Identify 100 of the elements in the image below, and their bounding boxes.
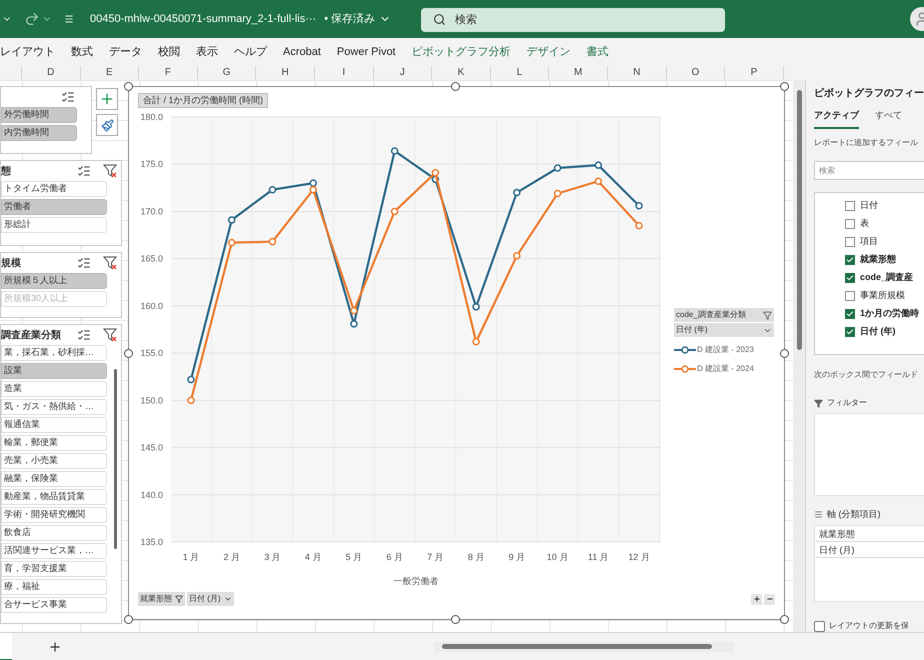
data-point <box>390 208 398 216</box>
legend-field-button[interactable]: code_調査産業分類 <box>674 308 774 322</box>
paintbrush-icon <box>100 118 114 132</box>
legend-field-button[interactable]: 日付 (年) <box>674 323 774 337</box>
vertical-scrollbar[interactable] <box>793 80 805 632</box>
collapse-button[interactable] <box>764 594 775 604</box>
slicer-item[interactable]: 育，学習支援業 <box>1 561 107 577</box>
value-field-button[interactable]: 合計 / 1か月の労働時間 (時間) <box>138 93 268 108</box>
field-checkbox[interactable] <box>845 272 855 283</box>
clear-filter-icon[interactable] <box>103 256 117 270</box>
slicer-item[interactable]: 労働者 <box>1 199 107 215</box>
data-point <box>350 306 358 314</box>
field-checkbox[interactable] <box>845 254 855 265</box>
instruction-text: 次のボックス間でフィールド <box>814 369 919 382</box>
slicer-item[interactable]: 療，福祉 <box>1 579 107 595</box>
slicer-item[interactable]: 外労働時間 <box>1 107 77 123</box>
field-search-field[interactable]: 検索 <box>814 160 924 180</box>
field-checkbox[interactable] <box>845 290 855 301</box>
resize-handle[interactable] <box>124 615 133 624</box>
slicer-item[interactable]: 輸業，郵便業 <box>1 435 107 451</box>
customize-toolbar-icon[interactable] <box>64 14 74 24</box>
slicer-item[interactable]: 設業 <box>1 363 107 379</box>
axis-field-button[interactable]: 日付 (月) <box>187 592 234 606</box>
slicer-item[interactable]: 合サービス事業 <box>1 597 107 613</box>
multi-select-icon[interactable] <box>77 164 91 178</box>
instruction-text: レポートに追加するフィール <box>814 136 919 148</box>
clear-filter-icon[interactable] <box>103 164 117 178</box>
defer-update-checkbox[interactable] <box>814 620 825 632</box>
ribbon-tab[interactable]: レイアウト <box>0 44 55 60</box>
defer-update-label: レイアウトの更新を保 <box>829 620 909 632</box>
horizontal-scrollbar[interactable] <box>434 642 734 652</box>
slicer-item[interactable]: 形総計 <box>1 217 107 233</box>
ribbon-tab[interactable]: 校閲 <box>158 44 180 60</box>
axis-field-button[interactable]: 就業形態 <box>138 592 185 606</box>
field-label: 就業形態 <box>860 252 896 266</box>
slicer-item[interactable]: 所規模５人以上 <box>1 273 107 289</box>
ribbon-tab[interactable]: 表示 <box>196 44 218 60</box>
pane-tab[interactable]: すべて <box>875 109 902 128</box>
ribbon-tab[interactable]: Power Pivot <box>336 44 396 60</box>
chart-elements-button[interactable] <box>96 88 118 110</box>
multi-select-icon[interactable] <box>77 256 91 270</box>
ribbon-tab[interactable]: 数式 <box>71 44 93 60</box>
ribbon-tab[interactable]: 書式 <box>586 44 609 60</box>
resize-handle[interactable] <box>780 349 789 358</box>
search-field[interactable]: 検索 <box>421 8 726 32</box>
x-axis-label: 3 月 <box>264 552 281 562</box>
axis-drop-area[interactable]: 就業形態 日付 (月) <box>814 525 924 602</box>
pane-title: ピボットグラフのフィー <box>814 86 924 101</box>
resize-handle[interactable] <box>780 82 789 91</box>
expand-button[interactable] <box>751 594 762 604</box>
data-point <box>472 303 480 311</box>
field-checkbox[interactable] <box>845 236 855 247</box>
field-checkbox[interactable] <box>845 326 855 337</box>
x-axis-label: 8 月 <box>468 552 484 562</box>
slicer-item[interactable]: 造業 <box>1 381 107 397</box>
ribbon-tab[interactable]: デザイン <box>526 44 571 60</box>
field-label: 表 <box>860 216 869 230</box>
resize-handle[interactable] <box>451 82 460 91</box>
slicer-item[interactable]: 活関連サービス業，… <box>1 543 107 559</box>
resize-handle[interactable] <box>124 349 133 358</box>
slicer-item[interactable]: 業，採石業，砂利採… <box>1 345 107 361</box>
plus-icon <box>99 91 115 107</box>
check-icon <box>846 328 854 336</box>
x-axis-label: 10 月 <box>546 552 568 562</box>
ribbon-tab[interactable]: データ <box>109 44 142 60</box>
slicer-item[interactable]: 内労働時間 <box>1 125 77 141</box>
axis-area-item[interactable]: 日付 (月) <box>815 542 924 558</box>
redo-icon[interactable] <box>24 11 40 27</box>
pane-tab[interactable]: アクティブ <box>814 109 859 128</box>
slicer-item[interactable]: 報通信業 <box>1 417 107 433</box>
slicer-item[interactable]: トタイム労働者 <box>1 181 107 197</box>
save-status[interactable]: • 保存済み <box>324 10 392 28</box>
slicer-item[interactable]: 融業，保険業 <box>1 471 107 487</box>
scrollbar[interactable] <box>114 369 117 549</box>
resize-handle[interactable] <box>780 615 789 624</box>
multi-select-icon[interactable] <box>61 90 75 104</box>
y-axis-label: 165.0 <box>140 254 163 264</box>
ribbon-tab[interactable]: ピボットグラフ分析 <box>412 44 511 60</box>
ribbon-tab[interactable]: ヘルプ <box>234 44 267 60</box>
slicer-item[interactable]: 飲食店 <box>1 525 107 541</box>
data-point <box>554 190 562 198</box>
chart-styles-button[interactable] <box>96 114 118 136</box>
slicer-title: 態 <box>1 164 12 178</box>
ribbon-tab[interactable]: Acrobat <box>283 44 321 60</box>
slicer-item[interactable]: 動産業，物品賃貸業 <box>1 489 107 505</box>
field-checkbox[interactable] <box>845 200 855 211</box>
resize-handle[interactable] <box>124 82 133 91</box>
file-name: 00450-mhlw-00450071-summary_2-1-full-lis··· <box>90 12 316 27</box>
clear-filter-icon[interactable] <box>103 328 117 342</box>
resize-handle[interactable] <box>451 615 460 624</box>
y-axis-label: 175.0 <box>140 159 163 170</box>
field-checkbox[interactable] <box>845 308 855 319</box>
axis-area-item[interactable]: 就業形態 <box>815 526 924 542</box>
field-checkbox[interactable] <box>845 218 855 229</box>
area-title: フィルター <box>827 397 867 410</box>
slicer-item[interactable]: 売業，小売業 <box>1 453 107 469</box>
multi-select-icon[interactable] <box>77 328 91 342</box>
slicer-item[interactable]: 気・ガス・熱供給・… <box>1 399 107 415</box>
slicer-item[interactable]: 学術・開発研究機関 <box>1 507 107 523</box>
sheet-tab[interactable] <box>0 632 12 660</box>
